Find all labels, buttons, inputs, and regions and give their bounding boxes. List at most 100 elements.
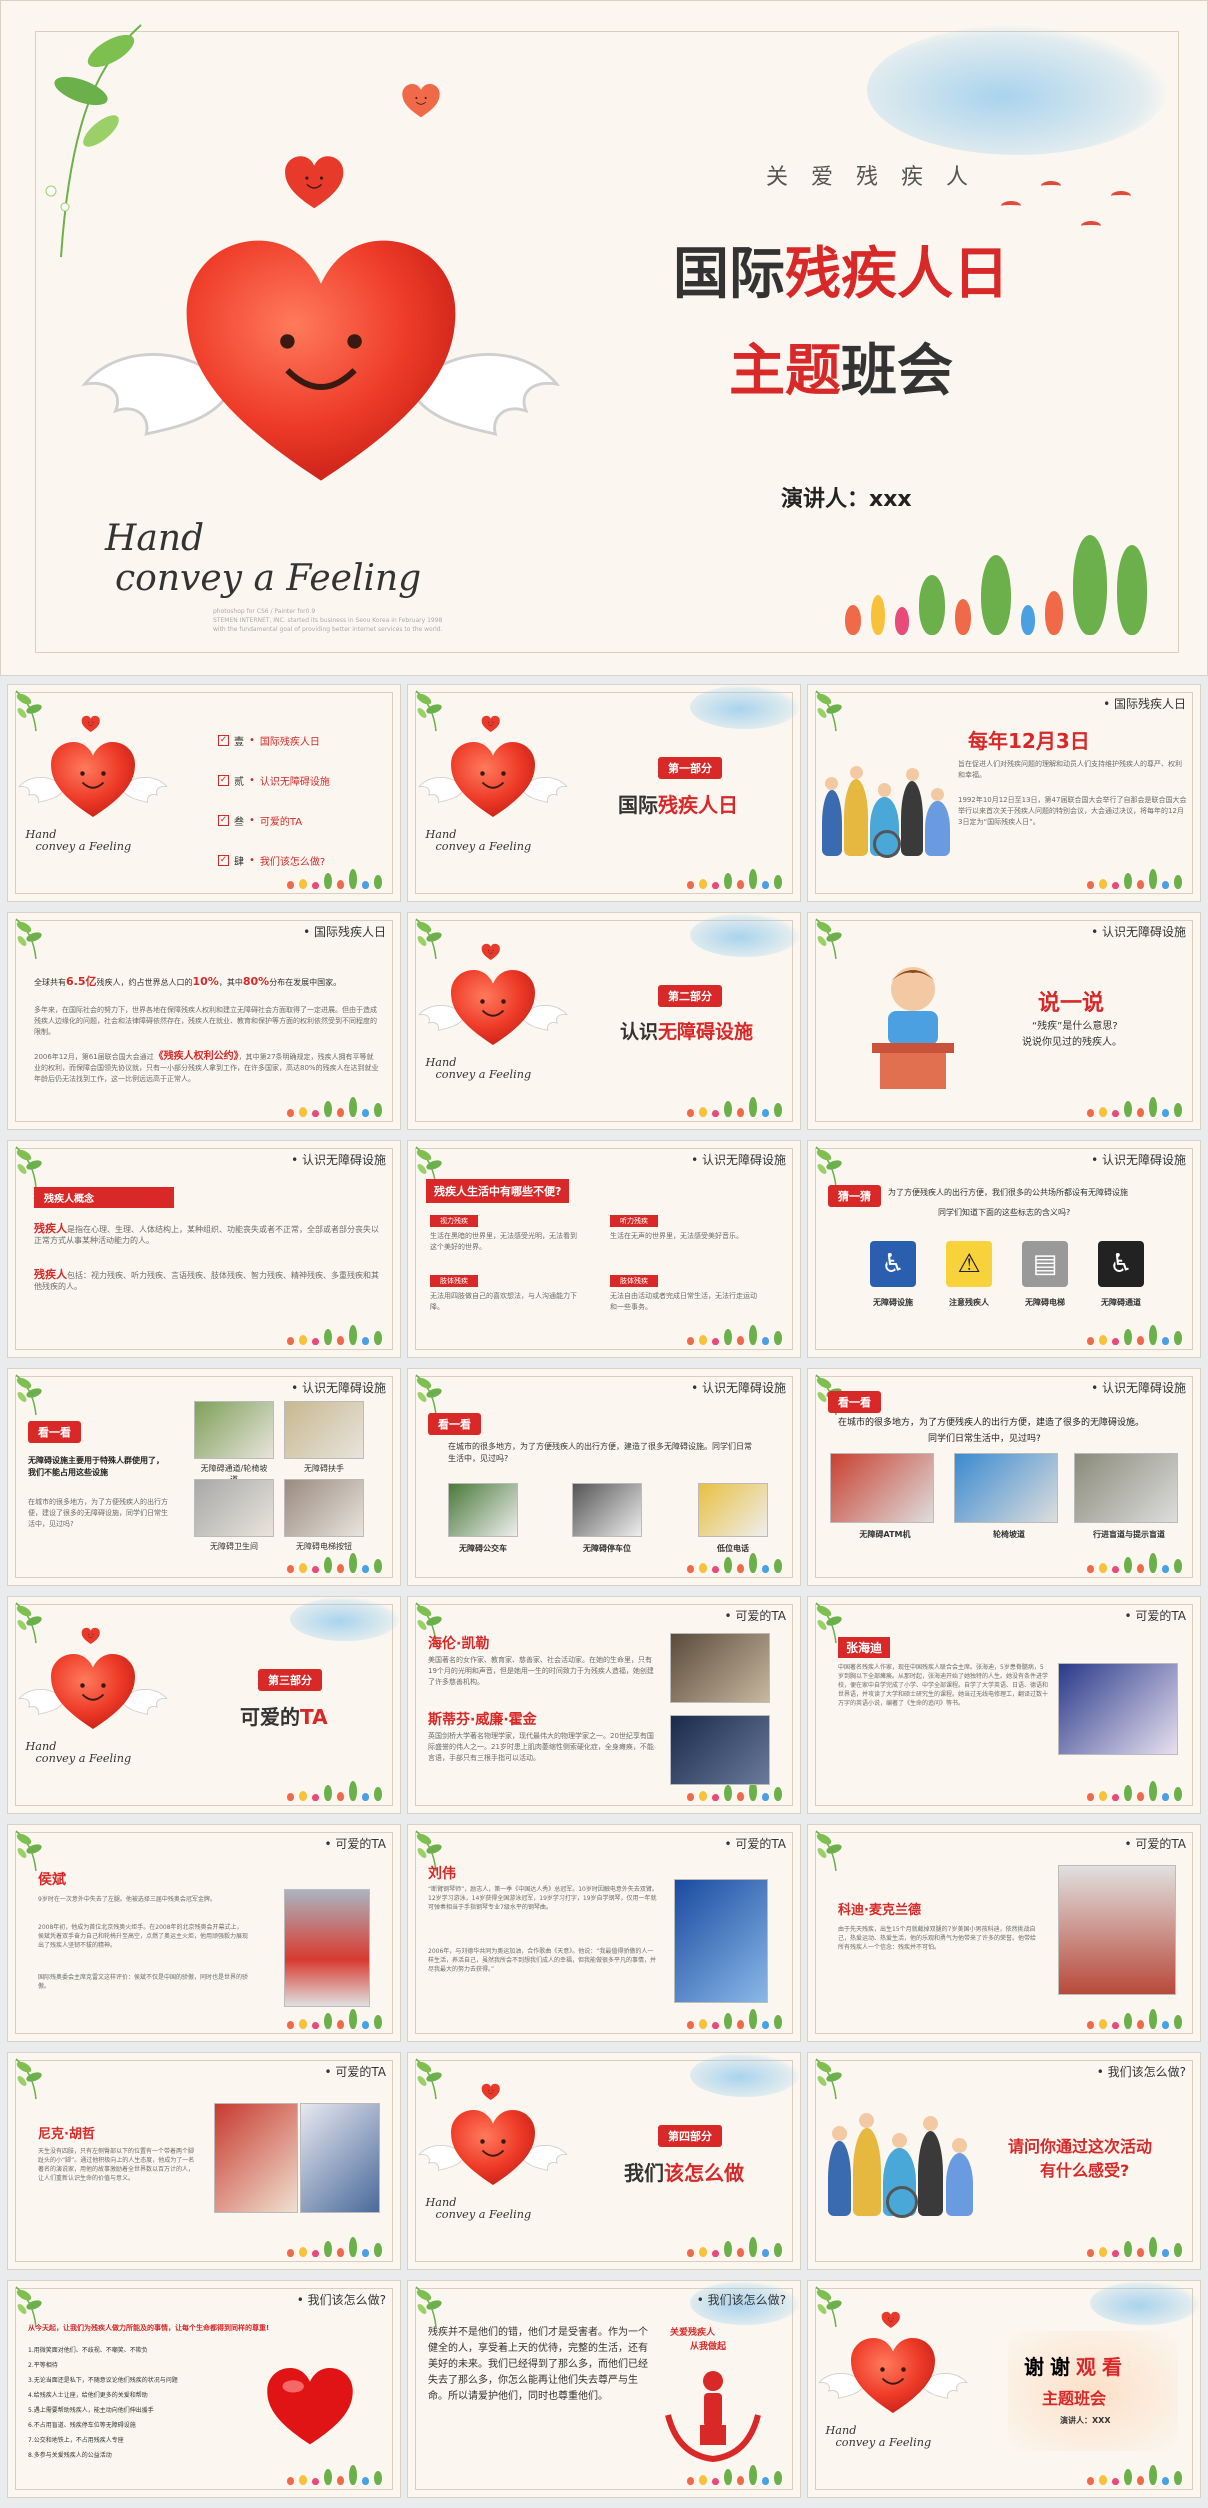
toc-item[interactable]: ✓ 肆 • 我们该怎么做?: [218, 853, 325, 868]
flower-icon: [749, 2009, 757, 2029]
flower-icon: [687, 881, 694, 889]
flower-icon: [724, 1557, 732, 1573]
look3-slide[interactable]: 认识无障碍设施看一看在城市的很多地方，为了方便残疾人的出行方便，建造了很多的无障…: [807, 1368, 1201, 1586]
guess-slide[interactable]: 认识无障碍设施猜一猜为了方便残疾人的出行方便，我们很多的公共场所都设有无障碍设施…: [807, 1140, 1201, 1358]
winged-heart-illustration: Hand convey a Feeling: [18, 1627, 168, 1771]
hand-script: Hand convey a Feeling: [105, 519, 421, 598]
guess-text2: 同学们知道下面的这些标志的含义吗?: [938, 1208, 1071, 1217]
flower-icon: [374, 2471, 382, 2485]
look1-text: 在城市的很多地方，为了方便残疾人的出行方便，建设了很多的无障碍设施，同学们日常生…: [28, 1498, 168, 1528]
slide-header: 认识无障碍设施: [291, 1151, 386, 1168]
portrait-photo: [300, 2103, 380, 2213]
feeling-question1: 请问你通过这次活动: [1008, 2137, 1153, 2156]
thanks-slide[interactable]: Hand convey a Feeling 谢谢观看 主题班会 演讲人：XXX: [807, 2280, 1201, 2498]
toc-item-label: 认识无障碍设施: [259, 777, 330, 788]
slide-deck-page: Hand convey a Feeling 关 爱 残 疾 人国际残疾人日 主题班会演…: [0, 0, 1208, 2508]
flower-icon: [337, 1336, 344, 1345]
difficulty-slide[interactable]: 认识无障碍设施残疾人生活中有哪些不便? 视力残疾生活在黑暗的世界里，无法感受光明，…: [407, 1140, 801, 1358]
stats-para1: 多年来，在国际社会的努力下，世界各地在保障残疾人权利和建立无障碍社会方面取得了一…: [34, 1006, 377, 1036]
cover-subtitle: 关 爱 残 疾 人: [766, 165, 976, 190]
sign-caption: 无障碍通道: [1101, 1298, 1141, 1307]
toc-item[interactable]: ✓ 叁 • 可爱的TA: [218, 813, 302, 828]
poem-badge1: 关爱残疾人: [670, 2328, 716, 2338]
person-head: [859, 2113, 875, 2128]
leaf-branch-icon: [414, 2285, 450, 2329]
flower-icon: [774, 1787, 782, 1801]
section3-slide[interactable]: Hand convey a Feeling 第三部分 可爱的TA: [7, 1596, 401, 1814]
toc-item[interactable]: ✓ 壹 • 国际残疾人日: [218, 733, 320, 748]
section-title-a: 认识: [620, 1021, 659, 1043]
slide-header: 认识无障碍设施: [691, 1151, 786, 1168]
flower-icon: [737, 1108, 744, 1117]
flower-icon: [337, 2248, 344, 2257]
person-figure: [828, 2140, 851, 2216]
flower-icon: [324, 1557, 332, 1573]
stats-fragment: 全球共有: [34, 978, 66, 987]
slide-header: 可爱的TA: [324, 2063, 386, 2080]
flower-icon: [374, 1103, 382, 1117]
photo-caption: 无障碍卫生间: [210, 1542, 258, 1551]
flower-icon: [1124, 2241, 1132, 2257]
section2-slide[interactable]: Hand convey a Feeling 第二部分 认识无障碍设施: [407, 912, 801, 1130]
stats-line: 全球共有6.5亿残疾人，约占世界总人口的10%，其中80%分布在发展中国家。: [34, 973, 341, 989]
stats-para2-a: 2006年12月，第61届联合国大会通过: [34, 1053, 154, 1061]
slide-header: 可爱的TA: [724, 1607, 786, 1624]
slide-header: 认识无障碍设施: [1091, 923, 1186, 940]
helen-hawking-slide[interactable]: 可爱的TA 海伦·凯勒美国著名的女作家、教育家、慈善家、社会活动家。在她的生命里，…: [407, 1596, 801, 1814]
flower-row-icon: [287, 1553, 382, 1573]
section1-slide[interactable]: Hand convey a Feeling 第一部分 国际残疾人日: [407, 684, 801, 902]
concept-para2: 残疾人包括：视力残疾、听力残疾、言语残疾、肢体残疾、智力残疾、精神残疾、多重残疾…: [34, 1269, 379, 1292]
flower-row-icon: [687, 2009, 782, 2029]
stats-fragment: 残疾人，约占世界总人口的: [96, 978, 193, 987]
concept-slide[interactable]: 认识无障碍设施残疾人概念残疾人是指在心理、生理、人体结构上，某种组织、功能丧失或…: [7, 1140, 401, 1358]
toc-item-number: 壹: [234, 737, 244, 748]
look3-text2: 同学们日常生活中，见过吗?: [928, 1434, 1041, 1444]
flower-icon: [762, 2249, 769, 2257]
look1-slide[interactable]: 认识无障碍设施看一看无障碍设施主要用于特殊人群使用了，我们不能占用这些设施在城市…: [7, 1368, 401, 1586]
feeling-question2: 有什么感受?: [1040, 2161, 1130, 2180]
cody-slide[interactable]: 可爱的TA 科迪·麦克兰德由于先天残疾，出生15个月就截掉双腿的7岁美国小男孩科迪…: [807, 1824, 1201, 2042]
houbin-slide[interactable]: 可爱的TA 侯斌 9岁时在一次意外中失去了左腿。他被选择三届中残奥会冠军金牌。 200…: [7, 1824, 401, 2042]
cover-slide[interactable]: Hand convey a Feeling 关 爱 残 疾 人国际残疾人日 主题班会演…: [0, 0, 1208, 676]
feeling-slide[interactable]: 我们该怎么做? 请问你通过这次活动有什么感受?: [807, 2052, 1201, 2270]
liuwei-slide[interactable]: 可爱的TA 刘伟 “断臂钢琴师”，励志人，第一季《中国达人秀》总冠军。10岁时因触电…: [407, 1824, 801, 2042]
leaf-branch-icon: [814, 1829, 850, 1873]
toc-item[interactable]: ✓ 贰 • 认识无障碍设施: [218, 773, 330, 788]
action-item: 3.无论当面还是私下，不随意议论他们残疾的状况与问题: [28, 2377, 178, 2384]
section4-slide[interactable]: Hand convey a Feeling 第四部分 我们该怎么做: [407, 2052, 801, 2270]
checkbox-icon: ✓: [218, 815, 229, 826]
stats-fragment: ，其中: [218, 978, 243, 987]
flower-icon: [1174, 1103, 1182, 1117]
flower-icon: [724, 1329, 732, 1345]
stats-slide[interactable]: 国际残疾人日全球共有6.5亿残疾人，约占世界总人口的10%，其中80%分布在发展…: [7, 912, 401, 1130]
flower-icon: [699, 2019, 707, 2029]
poem-slide[interactable]: 我们该怎么做? 残疾并不是他们的错，他们才是受害者。作为一个健全的人，享受着上天的…: [407, 2280, 801, 2498]
flower-icon: [749, 1325, 757, 1345]
look2-slide[interactable]: 认识无障碍设施看一看在城市的很多地方，为了方便残疾人的出行方便，建造了很多无障碍…: [407, 1368, 801, 1586]
flower-icon: [1087, 2477, 1094, 2485]
section-title-b: 无障碍设施: [658, 1021, 754, 1043]
flower-icon: [1045, 591, 1063, 635]
person-name: 张海迪: [838, 1637, 891, 1658]
smiling-heart-icon: [48, 1651, 138, 1734]
person-bio: 美国著名的女作家、教育家、慈善家、社会活动家。在她的生命里，只有19个月的光明和…: [428, 1656, 654, 1686]
flower-icon: [699, 1791, 707, 1801]
dec3-slide[interactable]: 国际残疾人日每年12月3日旨在促进人们对残疾问题的理解和动员人们支持维护残疾人的…: [807, 684, 1201, 902]
person-head: [831, 2125, 847, 2141]
flower-row-icon: [287, 1325, 382, 1345]
flower-icon: [1174, 2243, 1182, 2257]
zhang-slide[interactable]: 可爱的TA 张海迪中国著名残疾人作家，现任中国残疾人联合会主席。张海迪，5岁患脊髓…: [807, 1596, 1201, 1814]
action-slide[interactable]: 我们该怎么做? 从今天起，让我们为残疾人做力所能及的事情，让每个生命都得到同样的尊…: [7, 2280, 401, 2498]
flower-icon: [299, 1107, 307, 1117]
slide-header: 可爱的TA: [324, 1835, 386, 1852]
toc-slide[interactable]: Hand convey a Feeling ✓ 壹 • 国际残疾人日 ✓ 贰 • 认识无障碍设施 ✓…: [7, 684, 401, 902]
flower-icon: [312, 2022, 319, 2029]
nick-slide[interactable]: 可爱的TA 尼克·胡哲天生没有四肢，只有左侧臀部以下的位置有一个带着两个脚趾头的小…: [7, 2052, 401, 2270]
flower-icon: [749, 1553, 757, 1573]
script-convey: convey a Feeling: [435, 840, 532, 854]
flower-icon: [312, 1794, 319, 1801]
talk-slide[interactable]: 认识无障碍设施说一说 “残疾”是什么意思? 说说你见过的残疾人。: [807, 912, 1201, 1130]
caution-sign-icon: ⚠: [946, 1241, 992, 1287]
bullet-icon: •: [249, 855, 255, 866]
look3-text1: 在城市的很多地方，为了方便残疾人的出行方便，建造了很多的无障碍设施。: [838, 1418, 1145, 1428]
